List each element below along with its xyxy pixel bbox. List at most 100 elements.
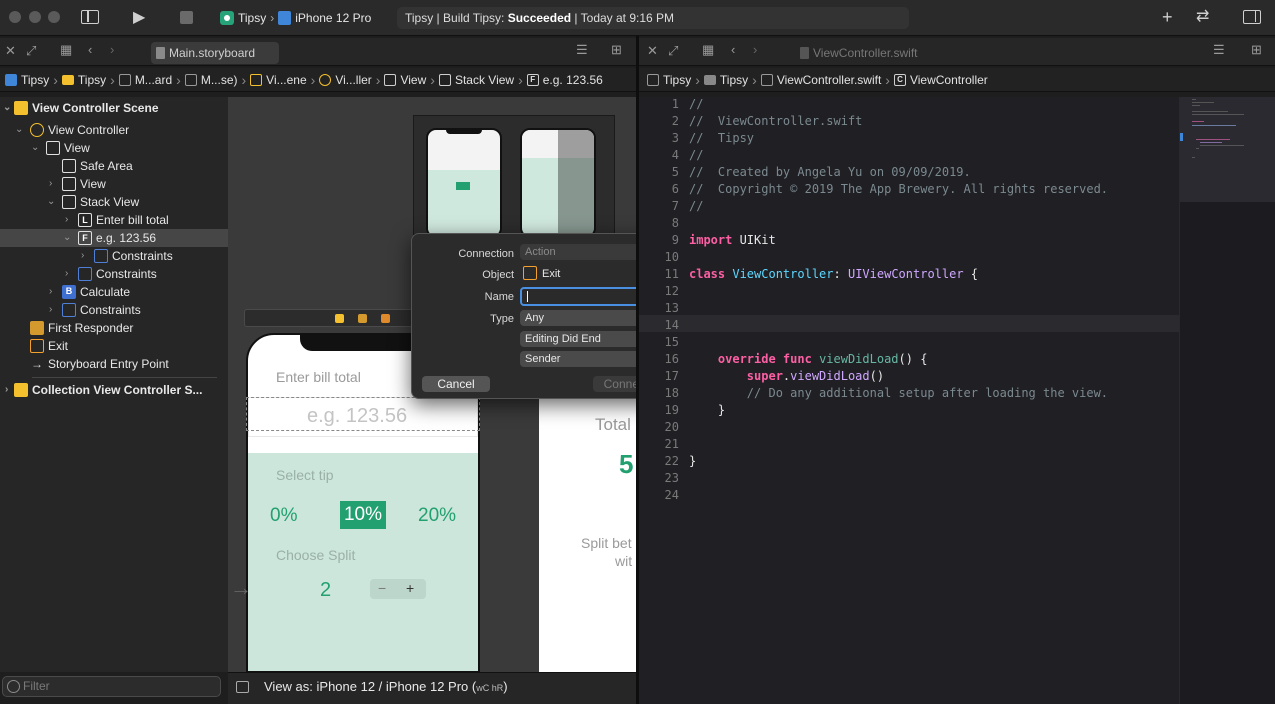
chevron-right-icon: › bbox=[310, 71, 316, 88]
forward-icon[interactable]: › bbox=[110, 43, 114, 57]
line-number: 3 bbox=[671, 131, 679, 145]
add-editor-icon[interactable]: ⊞ bbox=[611, 43, 622, 57]
code-review-icon[interactable]: ⇄ bbox=[1196, 9, 1209, 25]
disclosure-closed-icon[interactable]: › bbox=[49, 175, 52, 193]
outline-row[interactable]: Safe Area bbox=[0, 157, 228, 175]
stepper-plus-button[interactable]: + bbox=[406, 580, 414, 596]
minimize-window-button[interactable] bbox=[29, 11, 41, 23]
outline-label: e.g. 123.56 bbox=[96, 231, 157, 245]
breadcrumb-item[interactable]: ViewController.swift bbox=[760, 73, 881, 87]
run-icon[interactable]: ▶ bbox=[133, 10, 145, 26]
editor-options-icon[interactable]: ☰ bbox=[576, 43, 588, 57]
inspector-toggle-icon[interactable] bbox=[1243, 10, 1261, 24]
breadcrumb-item[interactable]: View bbox=[384, 73, 426, 87]
view-as-selector[interactable]: View as: iPhone 12 / iPhone 12 Pro (wC h… bbox=[264, 673, 508, 702]
outline-row[interactable]: › View bbox=[0, 175, 228, 193]
outline-label: Storyboard Entry Point bbox=[48, 357, 169, 371]
breadcrumb-item[interactable]: Tipsy bbox=[5, 73, 49, 87]
outline-row-selected[interactable]: ⌄ F e.g. 123.56 bbox=[0, 229, 228, 247]
disclosure-open-icon[interactable]: ⌄ bbox=[15, 121, 23, 139]
bill-label[interactable]: Enter bill total bbox=[276, 369, 361, 385]
sidebar-toggle-icon[interactable] bbox=[81, 10, 99, 24]
event-value: Editing Did End bbox=[525, 333, 601, 345]
stepper-minus-button[interactable]: − bbox=[378, 580, 386, 596]
outline-row[interactable]: › B Calculate bbox=[0, 283, 228, 301]
cancel-button[interactable]: Cancel bbox=[422, 376, 490, 392]
class-name: ViewController bbox=[732, 267, 834, 281]
expand-icon[interactable]: ⤢ bbox=[26, 44, 36, 58]
disclosure-closed-icon[interactable]: › bbox=[65, 211, 68, 229]
outline-row[interactable]: › L Enter bill total bbox=[0, 211, 228, 229]
breadcrumb-item[interactable]: Tipsy bbox=[647, 73, 691, 87]
outline-row[interactable]: ⌄ Stack View bbox=[0, 193, 228, 211]
tip-twenty-button[interactable]: 20% bbox=[418, 505, 456, 527]
view-controller-icon[interactable] bbox=[335, 314, 344, 323]
code-editor[interactable]: 1 2 3 4 5 6 7 8 9 10 11 12 13 14 15 16 1… bbox=[639, 97, 1275, 704]
chevron-right-icon: › bbox=[430, 71, 435, 88]
keyword: class bbox=[689, 267, 726, 281]
stop-icon[interactable] bbox=[180, 11, 193, 24]
disclosure-open-icon[interactable]: ⌄ bbox=[63, 229, 71, 247]
outline-row[interactable]: ⌄ View Controller Scene bbox=[0, 99, 228, 117]
split-stepper[interactable]: − + bbox=[370, 579, 426, 599]
collection-scene-thumbnail[interactable] bbox=[413, 115, 615, 238]
breadcrumb-item[interactable]: M...ard bbox=[118, 73, 172, 87]
breadcrumb-item[interactable]: C ViewController bbox=[893, 73, 988, 87]
code-text: () bbox=[869, 369, 885, 383]
code-line: override func viewDidLoad() { bbox=[689, 352, 928, 366]
close-editor-icon[interactable]: ✕ bbox=[5, 44, 16, 58]
tab-viewcontroller-swift[interactable]: ViewController.swift bbox=[795, 42, 935, 64]
disclosure-closed-icon[interactable]: › bbox=[5, 381, 8, 399]
outline-row[interactable]: › Collection View Controller S... bbox=[0, 381, 228, 399]
scheme-selector[interactable]: Tipsy › iPhone 12 Pro bbox=[220, 9, 371, 27]
first-responder-icon[interactable] bbox=[358, 314, 367, 323]
breadcrumb-label: Tipsy bbox=[663, 72, 692, 87]
outline-row[interactable]: Exit bbox=[0, 337, 228, 355]
breadcrumb-item[interactable]: M...se) bbox=[184, 73, 238, 87]
add-editor-icon[interactable]: ⊞ bbox=[1251, 43, 1262, 57]
breadcrumb-item[interactable]: Stack View bbox=[438, 73, 514, 87]
add-library-icon[interactable]: + bbox=[1162, 8, 1173, 26]
outline-row[interactable]: ⌄ View bbox=[0, 139, 228, 157]
outline-row[interactable]: ⌄ View Controller bbox=[0, 121, 228, 139]
grid-icon[interactable]: ▦ bbox=[60, 43, 72, 57]
code-minimap[interactable] bbox=[1179, 97, 1275, 704]
breadcrumb-item[interactable]: Vi...ller bbox=[319, 73, 372, 87]
disclosure-open-icon[interactable]: ⌄ bbox=[47, 193, 55, 211]
tip-ten-button[interactable]: 10% bbox=[340, 501, 386, 529]
exit-icon[interactable] bbox=[381, 314, 390, 323]
disclosure-open-icon[interactable]: ⌄ bbox=[31, 139, 39, 157]
minimap-viewport[interactable] bbox=[1180, 97, 1275, 202]
outline-row[interactable]: › Constraints bbox=[0, 301, 228, 319]
editor-options-icon[interactable]: ☰ bbox=[1213, 43, 1225, 57]
code-text: : bbox=[833, 267, 848, 281]
disclosure-closed-icon[interactable]: › bbox=[49, 301, 52, 319]
constraints-icon bbox=[62, 303, 76, 317]
result-scene[interactable]: Total 5 Split bet wit bbox=[539, 397, 636, 672]
outline-row[interactable]: › Constraints bbox=[0, 247, 228, 265]
breadcrumb-item[interactable]: Fe.g. 123.56 bbox=[526, 73, 603, 87]
grid-icon[interactable]: ▦ bbox=[702, 43, 714, 57]
outline-row[interactable]: › Constraints bbox=[0, 265, 228, 283]
outline-toggle-icon[interactable] bbox=[236, 681, 249, 693]
connection-label: Connection bbox=[458, 248, 514, 260]
filter-field[interactable]: Filter bbox=[2, 676, 221, 697]
outline-row[interactable]: → Storyboard Entry Point bbox=[0, 355, 228, 373]
disclosure-closed-icon[interactable]: › bbox=[81, 247, 84, 265]
close-editor-icon[interactable]: ✕ bbox=[647, 44, 658, 58]
outline-row[interactable]: First Responder bbox=[0, 319, 228, 337]
expand-icon[interactable]: ⤢ bbox=[668, 44, 678, 58]
breadcrumb-item[interactable]: Tipsy bbox=[703, 73, 748, 87]
breadcrumb-item[interactable]: Tipsy bbox=[61, 73, 106, 87]
zoom-window-button[interactable] bbox=[48, 11, 60, 23]
close-window-button[interactable] bbox=[9, 11, 21, 23]
back-icon[interactable]: ‹ bbox=[88, 43, 92, 57]
breadcrumb-item[interactable]: Vi...ene bbox=[250, 73, 307, 87]
disclosure-closed-icon[interactable]: › bbox=[49, 283, 52, 301]
tab-main-storyboard[interactable]: Main.storyboard bbox=[151, 42, 279, 64]
back-icon[interactable]: ‹ bbox=[731, 43, 735, 57]
tip-zero-button[interactable]: 0% bbox=[270, 505, 297, 527]
disclosure-open-icon[interactable]: ⌄ bbox=[3, 99, 11, 117]
forward-icon[interactable]: › bbox=[753, 43, 757, 57]
disclosure-closed-icon[interactable]: › bbox=[65, 265, 68, 283]
